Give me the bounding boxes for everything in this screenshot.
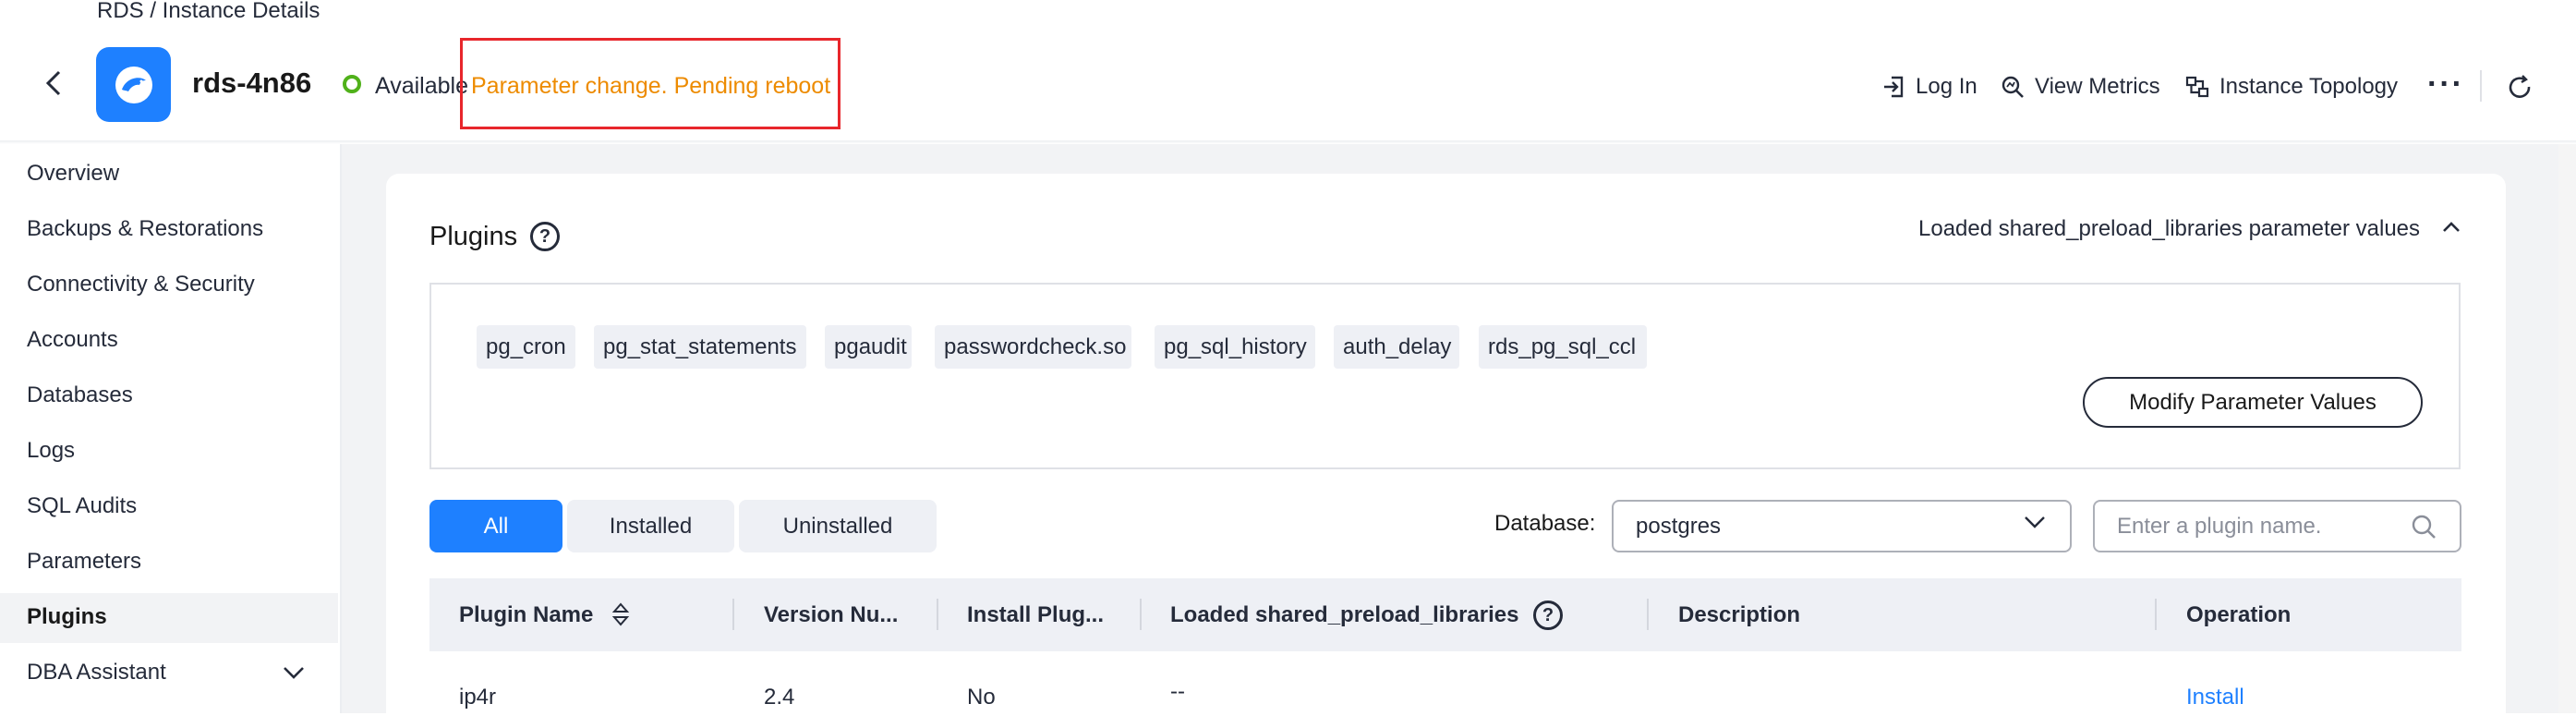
instance-topology-label: Instance Topology — [2219, 74, 2399, 99]
status-text: Available — [375, 73, 469, 99]
sidebar-item-overview[interactable]: Overview — [27, 161, 119, 187]
cell-loaded: -- — [1170, 679, 1185, 704]
database-label: Database: — [1494, 511, 1596, 536]
sidebar-item-dba-assistant[interactable]: DBA Assistant — [27, 660, 166, 686]
database-select[interactable]: postgres — [1612, 500, 2072, 552]
sidebar-item-databases[interactable]: Databases — [27, 382, 133, 408]
cell-installed: No — [967, 685, 996, 710]
view-metrics-button[interactable]: View Metrics — [2000, 74, 2160, 100]
library-tag: auth_delay — [1334, 325, 1459, 369]
sidebar-item-backups[interactable]: Backups & Restorations — [27, 216, 263, 242]
tab-uninstalled[interactable]: Uninstalled — [739, 500, 937, 552]
search-icon[interactable] — [2410, 513, 2437, 545]
library-tag: passwordcheck.so — [935, 325, 1131, 369]
sidebar-item-accounts[interactable]: Accounts — [27, 327, 118, 353]
column-plugin-name[interactable]: Plugin Name — [459, 602, 593, 628]
loaded-libraries-panel — [429, 283, 2461, 469]
column-version: Version Nu... — [764, 602, 899, 627]
column-description: Description — [1678, 602, 1801, 627]
log-in-label: Log In — [1916, 74, 1977, 99]
column-divider — [937, 599, 938, 630]
highlight-box — [460, 38, 841, 129]
loaded-libraries-toggle[interactable]: Loaded shared_preload_libraries paramete… — [1918, 216, 2420, 242]
column-divider — [1647, 599, 1649, 630]
chevron-up-icon[interactable] — [2441, 220, 2461, 239]
sidebar-item-connectivity[interactable]: Connectivity & Security — [27, 272, 255, 297]
vertical-scrollbar[interactable] — [2558, 144, 2576, 713]
tab-all[interactable]: All — [429, 500, 562, 552]
sidebar-item-sql-audits[interactable]: SQL Audits — [27, 493, 137, 519]
library-tag: pg_stat_statements — [594, 325, 806, 369]
breadcrumb[interactable]: RDS / Instance Details — [97, 0, 320, 24]
cell-version: 2.4 — [764, 685, 795, 710]
install-link[interactable]: Install — [2186, 685, 2244, 710]
column-divider — [1140, 599, 1142, 630]
more-actions-button[interactable]: ··· — [2427, 67, 2464, 103]
column-install-plugin: Install Plug... — [967, 602, 1105, 627]
plugin-filter-tabs: All Installed Uninstalled — [429, 500, 937, 552]
column-divider — [732, 599, 734, 630]
library-tag: pgaudit — [825, 325, 912, 369]
help-icon[interactable]: ? — [1533, 601, 1563, 630]
chevron-down-icon[interactable] — [2023, 515, 2047, 534]
library-tag: pg_sql_history — [1155, 325, 1315, 369]
instance-name: rds-4n86 — [192, 67, 312, 99]
plugins-title: Plugins — [429, 222, 518, 251]
sort-icon[interactable] — [611, 601, 631, 633]
plugin-search-input[interactable] — [2093, 500, 2461, 552]
dolphin-icon — [115, 66, 152, 103]
refresh-icon — [2509, 75, 2531, 98]
cell-plugin-name: ip4r — [459, 685, 497, 710]
sidebar-item-logs[interactable]: Logs — [27, 438, 75, 464]
topology-icon — [2185, 76, 2209, 98]
status-indicator — [343, 75, 361, 93]
rds-logo — [96, 47, 171, 122]
metrics-search-icon — [2002, 76, 2024, 98]
chevron-left-icon — [45, 70, 61, 96]
column-loaded-libraries: Loaded shared_preload_libraries — [1170, 602, 1519, 627]
instance-topology-button[interactable]: Instance Topology — [2184, 74, 2398, 100]
help-icon[interactable]: ? — [530, 222, 560, 251]
database-select-value: postgres — [1636, 513, 1722, 539]
header-divider — [2480, 70, 2482, 102]
library-tag: pg_cron — [477, 325, 575, 369]
view-metrics-label: View Metrics — [2035, 74, 2160, 99]
refresh-button[interactable] — [2506, 74, 2534, 106]
back-button[interactable] — [37, 67, 70, 100]
log-in-button[interactable]: Log In — [1881, 74, 1977, 100]
sidebar-item-plugins[interactable]: Plugins — [27, 604, 107, 630]
sidebar-item-parameters[interactable]: Parameters — [27, 549, 141, 575]
login-icon — [1884, 76, 1904, 98]
library-tag: rds_pg_sql_ccl — [1479, 325, 1647, 369]
tab-installed[interactable]: Installed — [567, 500, 734, 552]
chevron-down-icon[interactable] — [282, 665, 306, 685]
column-operation: Operation — [2186, 602, 2292, 627]
modify-parameter-values-button[interactable]: Modify Parameter Values — [2083, 377, 2423, 428]
column-divider — [2155, 599, 2157, 630]
